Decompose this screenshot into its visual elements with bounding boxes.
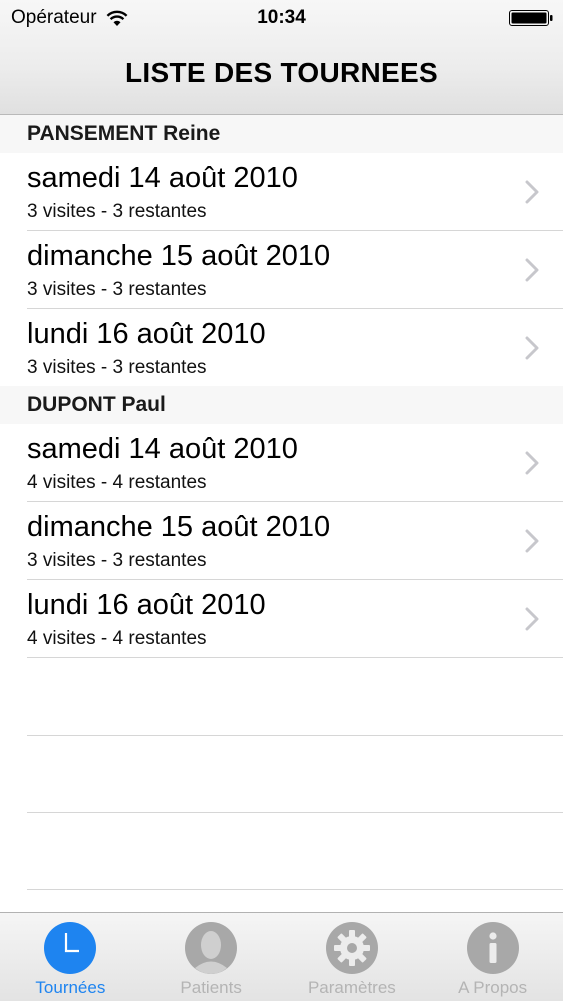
person-icon bbox=[185, 922, 238, 974]
tab-parametres[interactable]: Paramètres bbox=[282, 913, 423, 1001]
tour-list: PANSEMENT Reine samedi 14 août 2010 3 vi… bbox=[0, 115, 563, 658]
status-bar: Opérateur 10:34 bbox=[0, 0, 563, 36]
battery-icon bbox=[509, 10, 553, 26]
info-icon bbox=[466, 922, 519, 974]
list-item[interactable]: samedi 14 août 2010 3 visites - 3 restan… bbox=[27, 153, 563, 231]
row-date: dimanche 15 août 2010 bbox=[27, 511, 331, 543]
tab-patients[interactable]: Patients bbox=[141, 913, 282, 1001]
list-item[interactable]: dimanche 15 août 2010 3 visites - 3 rest… bbox=[27, 231, 563, 309]
list-item[interactable]: lundi 16 août 2010 3 visites - 3 restant… bbox=[27, 309, 563, 386]
tab-bar: Tournées Patients Paramètres A Propos bbox=[0, 912, 563, 1001]
chevron-right-icon bbox=[525, 451, 539, 475]
row-detail: 3 visites - 3 restantes bbox=[27, 279, 207, 300]
row-date: samedi 14 août 2010 bbox=[27, 433, 298, 465]
row-detail: 4 visites - 4 restantes bbox=[27, 472, 207, 493]
row-date: lundi 16 août 2010 bbox=[27, 589, 266, 621]
row-separator bbox=[27, 889, 563, 890]
row-separator bbox=[27, 812, 563, 813]
tab-label: A Propos bbox=[458, 978, 528, 997]
row-detail: 3 visites - 3 restantes bbox=[27, 357, 207, 378]
chevron-right-icon bbox=[525, 180, 539, 204]
chevron-right-icon bbox=[525, 529, 539, 553]
section-header: PANSEMENT Reine bbox=[0, 115, 563, 153]
row-separator bbox=[27, 735, 563, 736]
tab-label: Patients bbox=[180, 978, 242, 997]
page-title: LISTE DES TOURNEES bbox=[125, 57, 438, 88]
row-detail: 3 visites - 3 restantes bbox=[27, 550, 207, 571]
section-header: DUPONT Paul bbox=[0, 386, 563, 424]
list-item[interactable]: samedi 14 août 2010 4 visites - 4 restan… bbox=[27, 424, 563, 502]
list-item[interactable]: lundi 16 août 2010 4 visites - 4 restant… bbox=[27, 580, 563, 658]
chevron-right-icon bbox=[525, 336, 539, 360]
row-date: lundi 16 août 2010 bbox=[27, 318, 266, 350]
status-time: 10:34 bbox=[257, 7, 306, 28]
list-item[interactable]: dimanche 15 août 2010 3 visites - 3 rest… bbox=[27, 502, 563, 580]
gear-icon bbox=[325, 922, 378, 974]
row-detail: 4 visites - 4 restantes bbox=[27, 628, 207, 649]
tab-label: Paramètres bbox=[307, 978, 396, 997]
top-bar: Opérateur 10:34 LISTE DES TOURNEES bbox=[0, 0, 563, 115]
tab-label: Tournées bbox=[35, 978, 106, 997]
chevron-right-icon bbox=[525, 607, 539, 631]
row-detail: 3 visites - 3 restantes bbox=[27, 201, 207, 222]
row-date: samedi 14 août 2010 bbox=[27, 162, 298, 194]
tab-tournees[interactable]: Tournées bbox=[0, 913, 141, 1001]
clock-icon bbox=[44, 922, 97, 974]
row-date: dimanche 15 août 2010 bbox=[27, 240, 331, 272]
tab-a-propos[interactable]: A Propos bbox=[422, 913, 563, 1001]
chevron-right-icon bbox=[525, 258, 539, 282]
